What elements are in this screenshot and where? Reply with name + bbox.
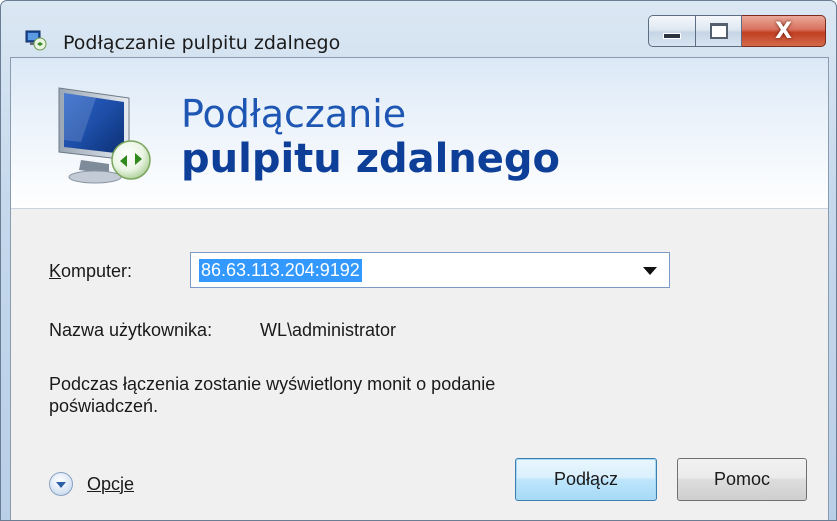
dropdown-arrow-icon[interactable] xyxy=(643,267,657,275)
window-title: Podłączanie pulpitu zdalnego xyxy=(63,32,341,54)
banner-title-line1: Podłączanie xyxy=(181,92,407,136)
remote-desktop-icon xyxy=(25,29,47,51)
computer-input[interactable]: 86.63.113.204:9192 xyxy=(199,259,362,282)
credentials-info-text: Podczas łączenia zostanie wyświetlony mo… xyxy=(49,374,496,416)
header-banner: Podłączanie pulpitu zdalnego xyxy=(11,58,828,209)
title-bar[interactable]: Podłączanie pulpitu zdalnego X xyxy=(1,1,836,54)
dialog-body: Podłączanie pulpitu zdalnego Komputer: 8… xyxy=(10,57,829,520)
username-label: Nazwa użytkownika: xyxy=(49,320,213,340)
minimize-icon xyxy=(663,33,681,39)
computer-combobox[interactable]: 86.63.113.204:9192 xyxy=(190,252,670,288)
options-label[interactable]: Opcje xyxy=(87,474,134,495)
maximize-button[interactable] xyxy=(696,15,742,47)
computer-label-rest: omputer: xyxy=(61,261,133,281)
username-value: WL\administrator xyxy=(260,320,397,340)
window-controls: X xyxy=(648,15,826,49)
computer-label: Komputer: xyxy=(49,261,133,281)
help-button[interactable]: Pomoc xyxy=(677,458,807,501)
chevron-down-circle-icon[interactable] xyxy=(49,472,73,496)
close-icon: X xyxy=(775,18,792,44)
remote-desktop-window: Podłączanie pulpitu zdalnego X Podłączan… xyxy=(0,0,837,521)
connect-button[interactable]: Podłącz xyxy=(515,458,657,501)
options-toggle[interactable]: Opcje xyxy=(49,472,134,496)
banner-title-line2: pulpitu zdalnego xyxy=(181,136,561,182)
minimize-button[interactable] xyxy=(648,15,696,47)
monitor-icon xyxy=(51,82,161,192)
maximize-icon xyxy=(709,23,728,39)
close-button[interactable]: X xyxy=(742,15,826,47)
